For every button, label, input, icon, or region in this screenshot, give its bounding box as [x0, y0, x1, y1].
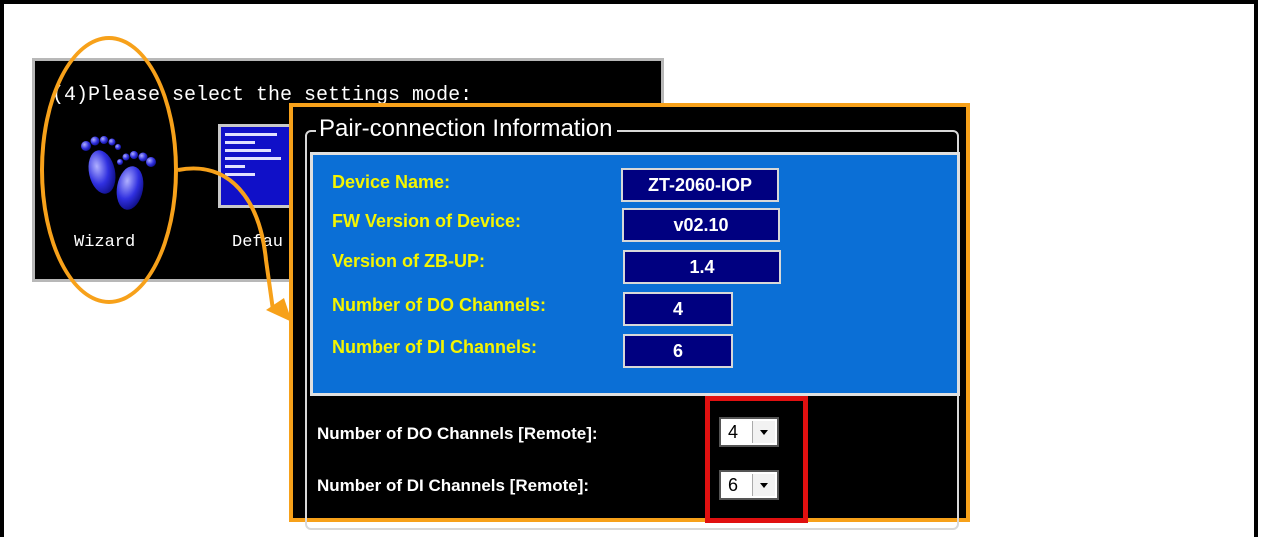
device-name-label: Device Name:: [332, 172, 451, 192]
do-channels-value: 4: [623, 292, 733, 326]
curved-arrow-icon: [177, 166, 292, 322]
fw-version-label: FW Version of Device:: [332, 211, 522, 231]
zbup-version-value: 1.4: [623, 250, 781, 284]
di-channels-value: 6: [623, 334, 733, 368]
remote-selects-highlight: [705, 396, 808, 523]
pair-connection-title: Pair-connection Information: [316, 115, 618, 143]
di-channels-label: Number of DI Channels:: [332, 337, 538, 357]
do-remote-label: Number of DO Channels [Remote]:: [317, 424, 598, 443]
wizard-highlight-oval: [40, 36, 178, 304]
zbup-version-label: Version of ZB-UP:: [332, 251, 486, 271]
device-name-value: ZT-2060-IOP: [621, 168, 779, 202]
fw-version-value: v02.10: [622, 208, 780, 242]
do-channels-label: Number of DO Channels:: [332, 295, 547, 315]
di-remote-label: Number of DI Channels [Remote]:: [317, 476, 590, 495]
